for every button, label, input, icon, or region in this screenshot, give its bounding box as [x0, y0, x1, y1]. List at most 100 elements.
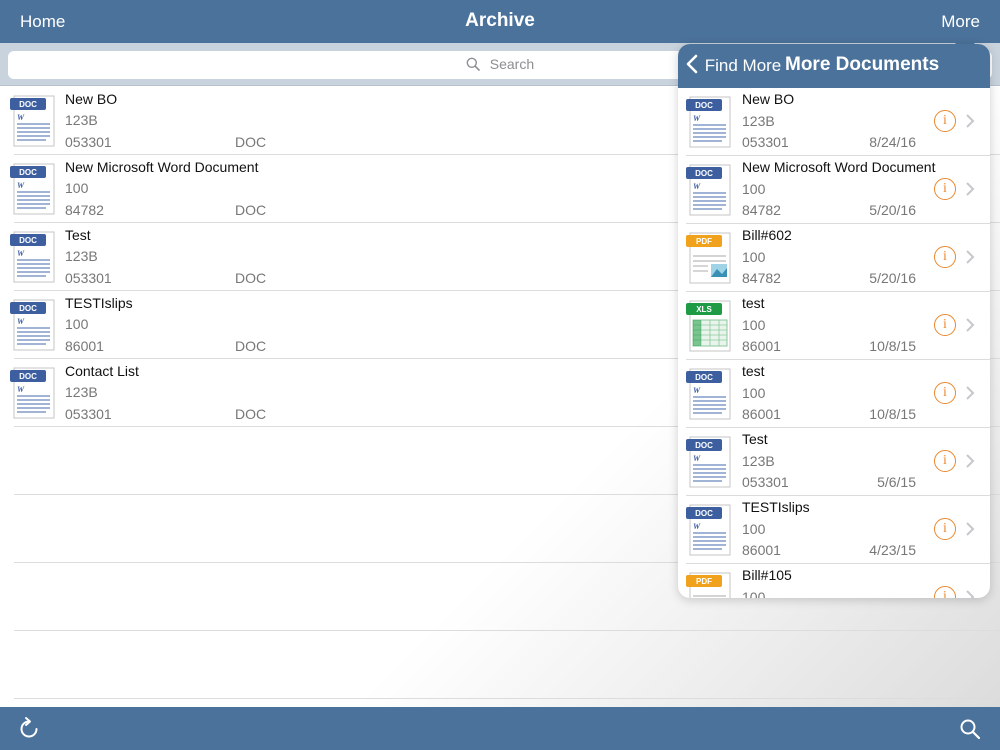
document-id: 053301: [65, 134, 112, 150]
document-id: 053301: [742, 474, 789, 490]
document-size: 123B: [65, 248, 98, 264]
document-size: 123B: [65, 384, 98, 400]
document-size: 100: [742, 521, 766, 537]
document-date: 10/8/15: [869, 406, 916, 422]
document-id: 86001: [742, 406, 781, 422]
document-date: 5/6/15: [877, 474, 916, 490]
document-id: 053301: [65, 406, 112, 422]
list-item[interactable]: test 100 86001 10/8/15 i: [678, 360, 990, 428]
document-date: 5/20/16: [869, 270, 916, 286]
document-date: 8/24/16: [869, 134, 916, 150]
document-date: 5/20/16: [869, 202, 916, 218]
doc-icon: [8, 229, 56, 283]
list-item[interactable]: Bill#105 100 i: [678, 564, 990, 598]
list-item[interactable]: test 100 86001 10/8/15 i: [678, 292, 990, 360]
info-icon[interactable]: i: [934, 382, 956, 404]
document-name: New BO: [742, 91, 795, 107]
document-type: DOC: [235, 134, 267, 150]
page-title: Archive: [465, 10, 535, 31]
chevron-right-icon: [966, 318, 975, 332]
chevron-right-icon: [966, 250, 975, 264]
doc-icon: [684, 162, 732, 216]
document-name: Bill#105: [742, 567, 792, 583]
list-item[interactable]: TESTIslips 100 86001 4/23/15 i: [678, 496, 990, 564]
document-id: 86001: [65, 338, 104, 354]
chevron-right-icon: [966, 454, 975, 468]
document-size: 100: [742, 589, 766, 598]
info-icon[interactable]: i: [934, 586, 956, 598]
back-label: Find More: [704, 56, 782, 75]
bottom-toolbar: [0, 707, 1000, 750]
doc-icon: [684, 366, 732, 420]
empty-row: [0, 631, 1000, 699]
info-icon[interactable]: i: [934, 178, 956, 200]
document-id: 86001: [742, 338, 781, 354]
document-type: DOC: [235, 202, 267, 218]
document-size: 100: [742, 181, 766, 197]
more-button[interactable]: More: [941, 12, 980, 32]
pdf-icon: [684, 230, 732, 284]
doc-icon: [8, 365, 56, 419]
chevron-right-icon: [966, 590, 975, 598]
document-name: New Microsoft Word Document: [65, 159, 259, 175]
doc-icon: [8, 161, 56, 215]
more-documents-popover: Find More More Documents New BO 123B 053…: [678, 44, 990, 598]
search-icon[interactable]: [958, 717, 982, 741]
document-name: test: [742, 363, 765, 379]
document-id: 86001: [742, 542, 781, 558]
navigation-bar: Home Archive More: [0, 0, 1000, 43]
list-item[interactable]: Bill#602 100 84782 5/20/16 i: [678, 224, 990, 292]
popover-header: Find More More Documents: [678, 44, 990, 88]
document-name: New BO: [65, 91, 118, 107]
document-name: Test: [742, 431, 768, 447]
document-name: Bill#602: [742, 227, 792, 243]
document-size: 100: [742, 317, 766, 333]
info-icon[interactable]: i: [934, 518, 956, 540]
document-type: DOC: [235, 406, 267, 422]
info-icon[interactable]: i: [934, 314, 956, 336]
document-name: Contact List: [65, 363, 139, 379]
list-item[interactable]: New Microsoft Word Document 100 84782 5/…: [678, 156, 990, 224]
doc-icon: [684, 94, 732, 148]
info-icon[interactable]: i: [934, 450, 956, 472]
document-name: test: [742, 295, 765, 311]
doc-icon: [684, 434, 732, 488]
document-date: 10/8/15: [869, 338, 916, 354]
document-name: New Microsoft Word Document: [742, 159, 936, 175]
pdf-icon: [684, 570, 732, 598]
document-type: DOC: [235, 338, 267, 354]
document-id: 053301: [742, 134, 789, 150]
refresh-icon[interactable]: [16, 716, 42, 742]
document-date: 4/23/15: [869, 542, 916, 558]
list-item[interactable]: Test 123B 053301 5/6/15 i: [678, 428, 990, 496]
document-size: 100: [65, 180, 89, 196]
doc-icon: [8, 93, 56, 147]
chevron-right-icon: [966, 182, 975, 196]
document-name: TESTIslips: [742, 499, 810, 515]
document-size: 123B: [742, 113, 775, 129]
document-name: Test: [65, 227, 91, 243]
chevron-right-icon: [966, 386, 975, 400]
more-documents-list: New BO 123B 053301 8/24/16 i New Microso…: [678, 88, 990, 598]
document-id: 84782: [742, 202, 781, 218]
document-id: 84782: [742, 270, 781, 286]
list-item[interactable]: New BO 123B 053301 8/24/16 i: [678, 88, 990, 156]
document-name: TESTIslips: [65, 295, 133, 311]
popover-title: More Documents: [785, 54, 940, 75]
document-size: 100: [65, 316, 89, 332]
xls-icon: [684, 298, 732, 352]
document-size: 100: [742, 385, 766, 401]
document-type: DOC: [235, 270, 267, 286]
find-more-back-button[interactable]: Find More: [686, 54, 781, 76]
info-icon[interactable]: i: [934, 110, 956, 132]
document-id: 84782: [65, 202, 104, 218]
document-size: 100: [742, 249, 766, 265]
chevron-left-icon: [686, 54, 698, 74]
search-placeholder: Search: [489, 56, 535, 72]
search-icon: [466, 57, 480, 71]
document-size: 123B: [742, 453, 775, 469]
document-id: 053301: [65, 270, 112, 286]
info-icon[interactable]: i: [934, 246, 956, 268]
doc-icon: [684, 502, 732, 556]
row-divider: [14, 698, 1000, 699]
